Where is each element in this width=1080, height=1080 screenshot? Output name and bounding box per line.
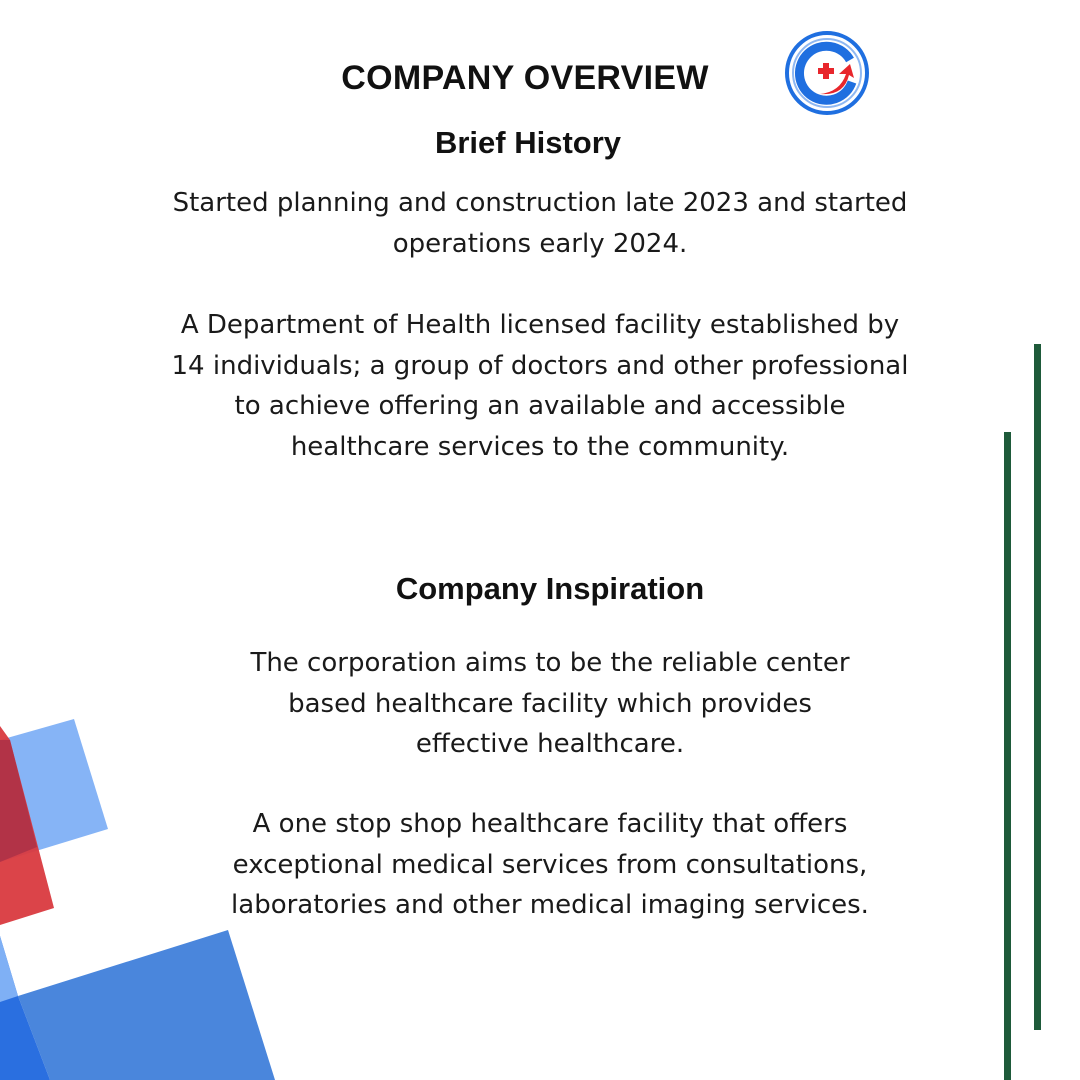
light-blue-strip-shape [0,936,18,1002]
company-logo [784,30,870,116]
page-title: COMPANY OVERVIEW [341,59,709,97]
history-paragraph-1: Started planning and construction late 2… [172,188,908,259]
inspiration-paragraph-1: The corporation aims to be the reliable … [250,648,850,759]
green-accent-bar-outer [1034,344,1041,1030]
blue-square-shape [18,930,275,1080]
history-paragraph-2: A Department of Health licensed facility… [171,310,909,462]
company-inspiration-heading: Company Inspiration [395,571,705,606]
green-accent-bar-inner [1004,432,1011,1080]
brief-history-heading: Brief History [434,125,622,160]
medical-cross-g-logo-icon [785,31,869,115]
company-overview-page: COMPANY OVERVIEW Brief History Started p… [0,0,1080,1080]
inspiration-paragraph-2: A one stop shop healthcare facility that… [231,809,869,920]
